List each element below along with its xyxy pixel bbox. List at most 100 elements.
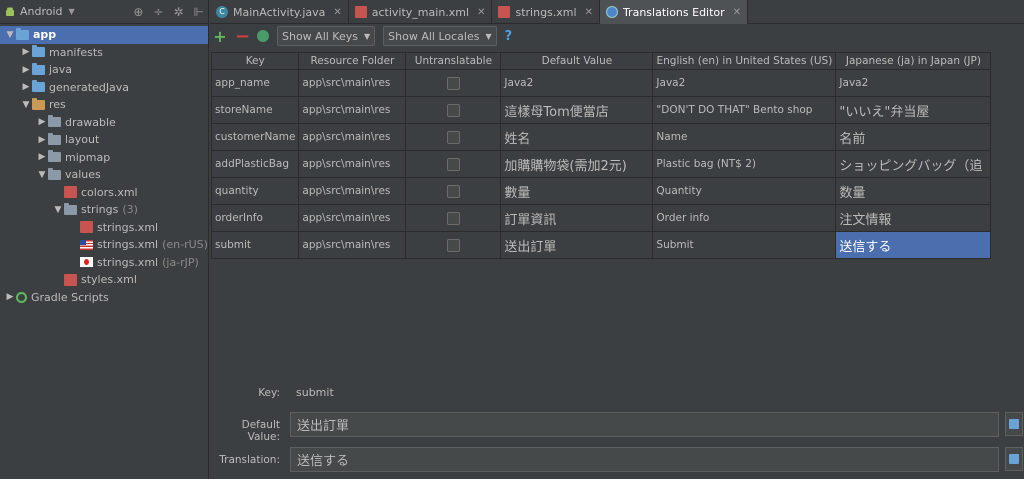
untranslatable-checkbox[interactable] — [446, 103, 460, 117]
resource-folder-cell[interactable]: app\src\main\res — [298, 69, 407, 97]
collapsed-arrow-icon[interactable]: ▶ — [20, 47, 32, 57]
close-icon[interactable]: ✕ — [733, 7, 741, 18]
editor-tab[interactable]: activity_main.xml ✕ — [349, 0, 493, 24]
expand-translation-button[interactable] — [1005, 447, 1023, 471]
table-row[interactable]: storeName app\src\main\res 這樣母Tom便當店 "DON'T… — [210, 96, 992, 124]
collapsed-arrow-icon[interactable]: ▶ — [36, 152, 48, 162]
editor-tab[interactable]: Translations Editor ✕ — [599, 0, 749, 24]
key-cell[interactable]: addPlasticBag — [210, 150, 300, 178]
sync-icon[interactable]: ⊕ — [133, 5, 143, 19]
key-field[interactable]: submit — [290, 380, 1024, 405]
column-header[interactable]: Default Value — [500, 52, 654, 70]
untranslatable-checkbox[interactable] — [446, 238, 460, 252]
default-value-cell[interactable]: 這樣母Tom便當店 — [500, 96, 654, 124]
english-cell[interactable]: Submit — [652, 231, 837, 259]
expanded-arrow-icon[interactable]: ▼ — [4, 30, 16, 40]
column-header[interactable]: Japanese (ja) in Japan (JP) — [835, 52, 992, 70]
tree-item[interactable]: ▶ manifests — [0, 44, 208, 62]
key-cell[interactable]: storeName — [210, 96, 300, 124]
default-value-cell[interactable]: 數量 — [500, 177, 654, 205]
column-header[interactable]: Key — [210, 52, 300, 70]
tree-item[interactable]: ▼ res — [0, 96, 208, 114]
key-cell[interactable]: customerName — [210, 123, 300, 151]
untranslatable-checkbox[interactable] — [446, 211, 460, 225]
remove-key-icon[interactable]: − — [235, 26, 250, 47]
english-cell[interactable]: Java2 — [652, 69, 837, 97]
collapsed-arrow-icon[interactable]: ▶ — [36, 117, 48, 127]
default-value-cell[interactable]: Java2 — [500, 69, 654, 97]
english-cell[interactable]: "DON'T DO THAT" Bento shop — [652, 96, 837, 124]
japanese-cell[interactable]: 注文情報 — [835, 204, 992, 232]
untranslatable-cell[interactable] — [405, 96, 502, 124]
tree-item[interactable]: ▶ mipmap — [0, 149, 208, 167]
gear-icon[interactable]: ✲ — [173, 5, 183, 19]
column-header[interactable]: Untranslatable — [405, 52, 502, 70]
default-value-cell[interactable]: 訂單資訊 — [500, 204, 654, 232]
project-view-selector[interactable]: Android ▼ — [4, 5, 75, 18]
tree-item[interactable]: ▼ strings (3) — [0, 201, 208, 219]
untranslatable-cell[interactable] — [405, 123, 502, 151]
add-key-icon[interactable]: + — [213, 27, 227, 46]
add-locale-icon[interactable] — [257, 30, 269, 42]
tree-item[interactable]: ▶ layout — [0, 131, 208, 149]
key-cell[interactable]: quantity — [210, 177, 300, 205]
key-cell[interactable]: orderInfo — [210, 204, 300, 232]
untranslatable-cell[interactable] — [405, 177, 502, 205]
untranslatable-cell[interactable] — [405, 204, 502, 232]
table-row[interactable]: addPlasticBag app\src\main\res 加購購物袋(需加2元)… — [210, 150, 992, 178]
tree-item[interactable]: ▶styles.xml — [0, 271, 208, 289]
close-icon[interactable]: ✕ — [333, 7, 341, 18]
japanese-cell[interactable]: 数量 — [835, 177, 992, 205]
locales-filter-dropdown[interactable]: Show All Locales ▼ — [383, 26, 497, 46]
default-value-field[interactable]: 送出訂單 — [290, 412, 999, 437]
close-icon[interactable]: ✕ — [585, 7, 593, 18]
collapse-icon[interactable]: ÷ — [153, 5, 163, 19]
collapsed-arrow-icon[interactable]: ▶ — [36, 135, 48, 145]
untranslatable-cell[interactable] — [405, 69, 502, 97]
table-row[interactable]: customerName app\src\main\res 姓名 Name 名前 — [210, 123, 992, 151]
english-cell[interactable]: Name — [652, 123, 837, 151]
tree-item[interactable]: ▶ java — [0, 61, 208, 79]
table-row[interactable]: orderInfo app\src\main\res 訂單資訊 Order info 注… — [210, 204, 992, 232]
resource-folder-cell[interactable]: app\src\main\res — [298, 177, 407, 205]
tree-item[interactable]: ▶ generatedJava — [0, 79, 208, 97]
editor-tab[interactable]: C MainActivity.java ✕ — [210, 0, 349, 24]
untranslatable-checkbox[interactable] — [446, 184, 460, 198]
editor-tab[interactable]: strings.xml ✕ — [492, 0, 600, 24]
expanded-arrow-icon[interactable]: ▼ — [36, 170, 48, 180]
expanded-arrow-icon[interactable]: ▼ — [20, 100, 32, 110]
tree-item[interactable]: ▼ values — [0, 166, 208, 184]
untranslatable-checkbox[interactable] — [446, 130, 460, 144]
key-cell[interactable]: submit — [210, 231, 300, 259]
translation-field[interactable]: 送信する — [290, 447, 999, 472]
tree-item[interactable]: ▶ Gradle Scripts — [0, 289, 208, 307]
resource-folder-cell[interactable]: app\src\main\res — [298, 96, 407, 124]
untranslatable-cell[interactable] — [405, 231, 502, 259]
japanese-cell[interactable]: "いいえ"弁当屋 — [835, 96, 992, 124]
expand-default-button[interactable] — [1005, 412, 1023, 436]
collapsed-arrow-icon[interactable]: ▶ — [4, 292, 16, 302]
japanese-cell[interactable]: 名前 — [835, 123, 992, 151]
tree-item[interactable]: ▶colors.xml — [0, 184, 208, 202]
resource-folder-cell[interactable]: app\src\main\res — [298, 231, 407, 259]
tree-item[interactable]: ▶strings.xml — [0, 219, 208, 237]
tree-item[interactable]: ▶strings.xml(en-rUS) — [0, 236, 208, 254]
untranslatable-checkbox[interactable] — [446, 76, 460, 90]
default-value-cell[interactable]: 姓名 — [500, 123, 654, 151]
untranslatable-cell[interactable] — [405, 150, 502, 178]
english-cell[interactable]: Plastic bag (NT$ 2) — [652, 150, 837, 178]
default-value-cell[interactable]: 加購購物袋(需加2元) — [500, 150, 654, 178]
english-cell[interactable]: Quantity — [652, 177, 837, 205]
default-value-cell[interactable]: 送出訂單 — [500, 231, 654, 259]
tree-item[interactable]: ▶strings.xml(ja-rJP) — [0, 254, 208, 272]
resource-folder-cell[interactable]: app\src\main\res — [298, 204, 407, 232]
column-header[interactable]: English (en) in United States (US) — [652, 52, 837, 70]
resource-folder-cell[interactable]: app\src\main\res — [298, 150, 407, 178]
japanese-cell[interactable]: ショッピングバッグ（追 — [835, 150, 992, 178]
column-header[interactable]: Resource Folder — [298, 52, 407, 70]
untranslatable-checkbox[interactable] — [446, 157, 460, 171]
resource-folder-cell[interactable]: app\src\main\res — [298, 123, 407, 151]
english-cell[interactable]: Order info — [652, 204, 837, 232]
table-row[interactable]: app_name app\src\main\res Java2 Java2 Java2 — [210, 69, 992, 97]
table-row[interactable]: submit app\src\main\res 送出訂單 Submit 送信する — [210, 231, 992, 259]
